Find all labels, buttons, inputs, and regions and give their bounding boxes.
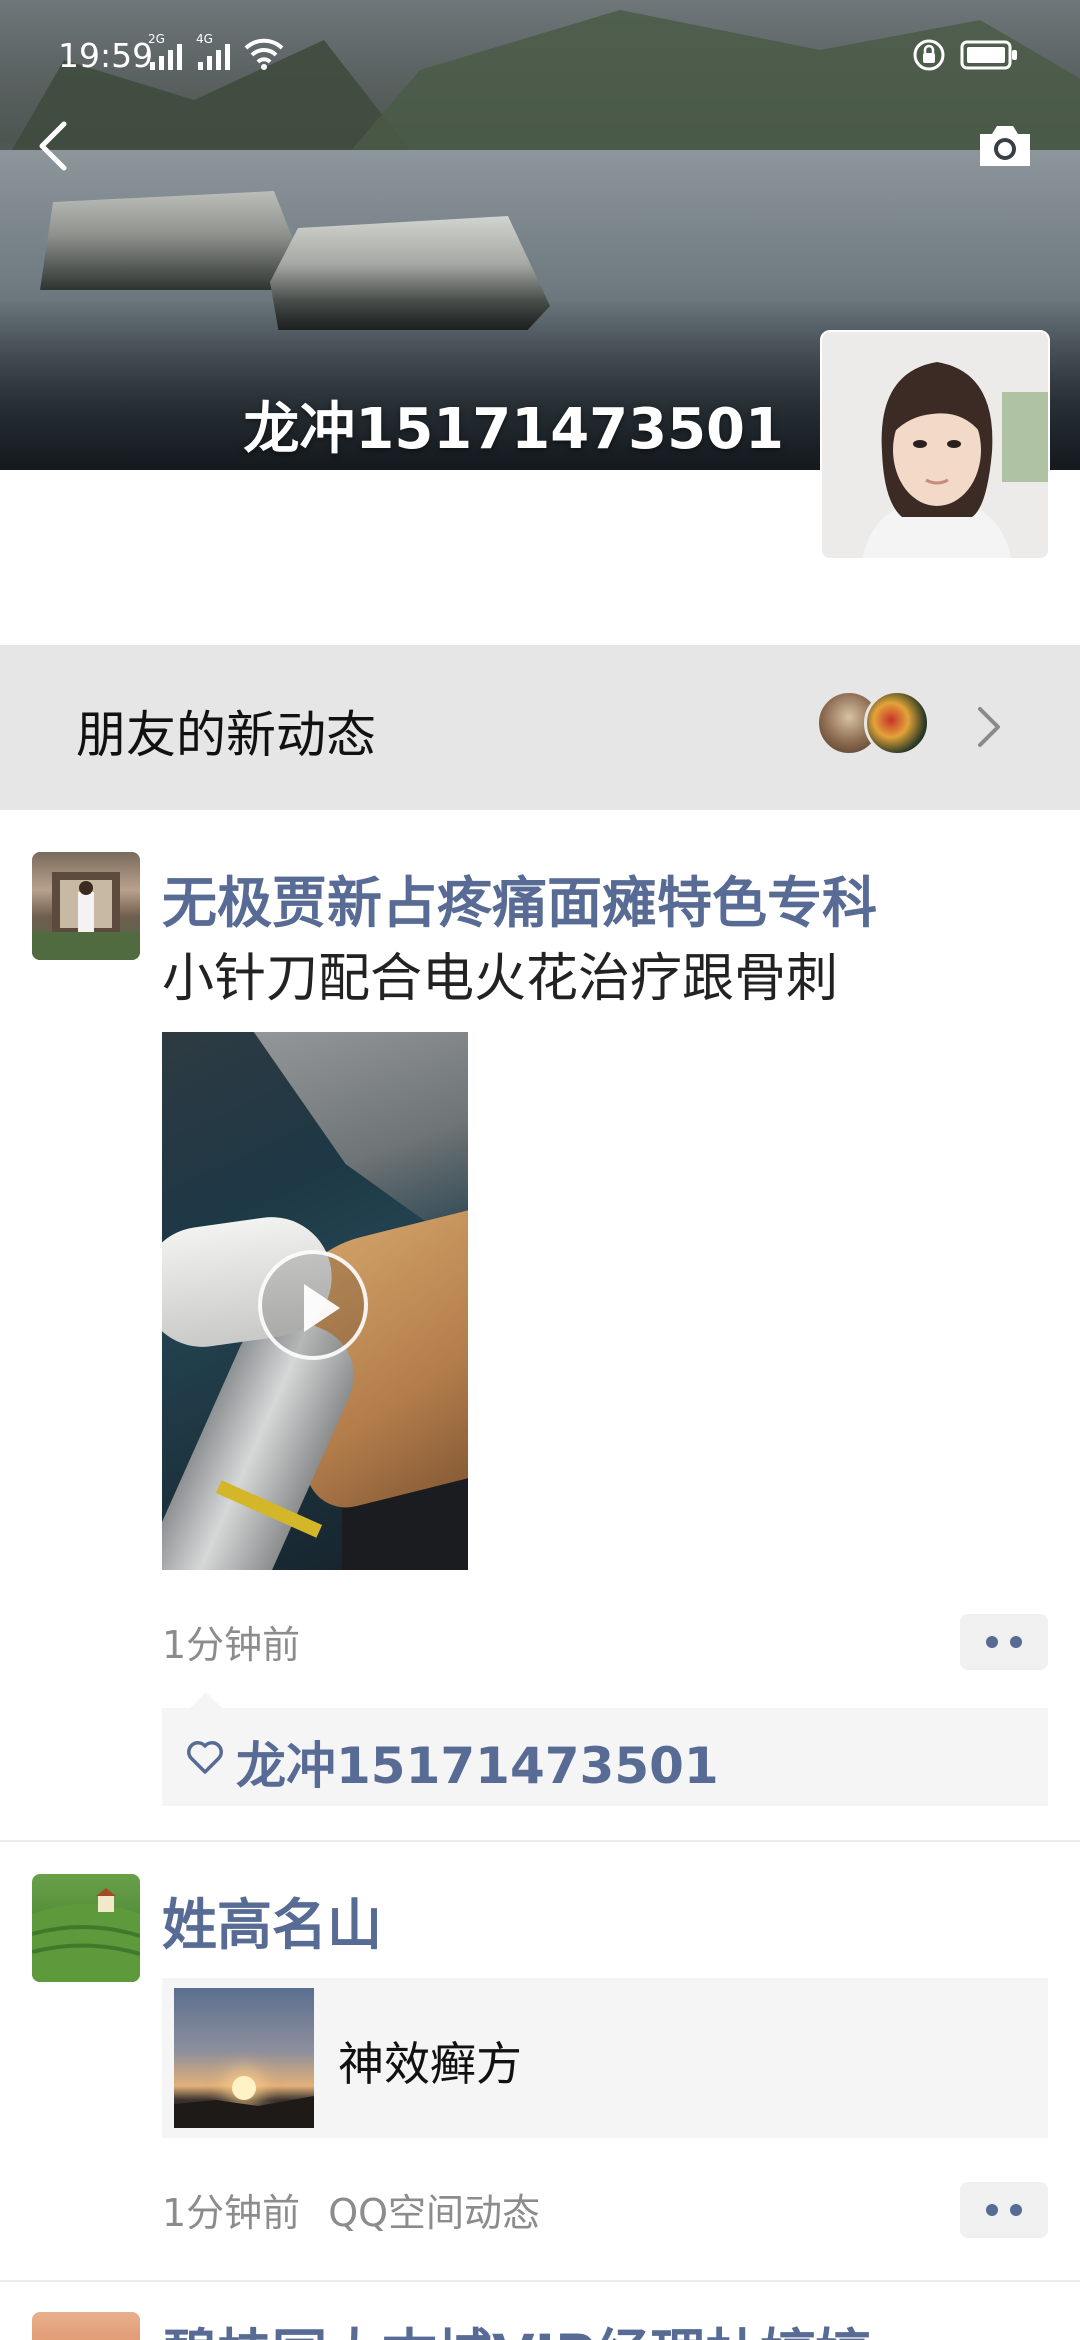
dot-icon (986, 2204, 998, 2216)
post-time-text: 1分钟前 (162, 1623, 301, 1667)
shared-link-card[interactable]: 神效癣方 (162, 1978, 1048, 2138)
more-options-button[interactable] (960, 2182, 1048, 2238)
play-icon[interactable] (258, 1250, 368, 1360)
status-bar: 19:59 2G 4G (0, 0, 1080, 110)
post-author[interactable]: 碧桂园太古城VIP经理杜婷婷 (162, 2310, 870, 2340)
post-time-text: 1分钟前 (162, 2191, 301, 2235)
post-avatar[interactable] (32, 2312, 140, 2340)
profile-avatar[interactable] (820, 330, 1050, 560)
status-time: 19:59 (58, 36, 154, 75)
heart-icon (187, 1741, 223, 1774)
post-avatar[interactable] (32, 852, 140, 960)
video-frame (253, 1032, 468, 1252)
post-divider (0, 1840, 1080, 1842)
rotation-lock-icon (913, 39, 945, 71)
post-author[interactable]: 姓高名山 (162, 1880, 382, 1960)
new-moments-title: 朋友的新动态 (76, 706, 376, 764)
likes-panel: 龙冲15171473501 (162, 1692, 1048, 1806)
battery-icon (960, 40, 1017, 70)
post-meta: 1分钟前 QQ空间动态 (162, 2182, 540, 2237)
post-avatar[interactable] (32, 1874, 140, 1982)
profile-name[interactable]: 龙冲15171473501 (243, 384, 784, 465)
network-type-label: 2G (148, 32, 165, 46)
new-moments-bar[interactable]: 朋友的新动态 (0, 645, 1080, 810)
post-author[interactable]: 无极贾新占疼痛面瘫特色专科 (162, 858, 877, 938)
back-arrow-icon[interactable] (34, 118, 74, 174)
avatar-image (32, 1888, 140, 1982)
post-time: 1分钟前 (162, 1614, 300, 1669)
wifi-icon (244, 38, 284, 70)
link-title: 神效癣方 (338, 2037, 522, 2091)
more-options-button[interactable] (960, 1614, 1048, 1670)
dot-icon (1010, 1636, 1022, 1648)
dot-icon (986, 1636, 998, 1648)
link-thumbnail-sun (232, 2076, 256, 2100)
avatar-image (32, 872, 140, 960)
post-divider (0, 2280, 1080, 2282)
cellular-signal-icon: 2G (148, 32, 182, 70)
friend-avatar (864, 690, 930, 756)
network-type-label: 4G (196, 32, 213, 46)
post-video[interactable] (162, 1032, 468, 1570)
post-text: 小针刀配合电火花治疗跟骨刺 (162, 949, 839, 1009)
avatar-portrait (822, 332, 1048, 558)
camera-icon[interactable] (976, 122, 1034, 170)
dot-icon (1010, 2204, 1022, 2216)
post-source[interactable]: QQ空间动态 (328, 2191, 540, 2235)
liker-name[interactable]: 龙冲15171473501 (236, 1726, 719, 1798)
link-thumbnail (174, 1988, 314, 2128)
chevron-right-icon (978, 707, 1000, 747)
cellular-signal-icon: 4G (196, 32, 230, 70)
